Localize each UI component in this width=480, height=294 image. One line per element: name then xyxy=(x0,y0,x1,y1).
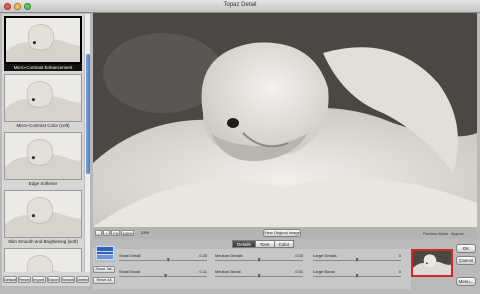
preview-mode-select[interactable]: Approx. xyxy=(451,231,465,236)
reset-tab-button[interactable]: Reset Tab xyxy=(93,266,115,273)
preset-preview-image xyxy=(4,74,82,122)
zoom-in-button[interactable]: + xyxy=(103,230,110,236)
preset-sidebar: Micro-Contrast Enhancement Micro-Contrast… xyxy=(2,14,90,286)
image-preview[interactable] xyxy=(93,13,477,227)
navigator-thumbnail[interactable] xyxy=(411,249,453,277)
slider-small-boost[interactable]: Small Boost 0.11 xyxy=(119,269,207,279)
preset-action-button[interactable]: Export xyxy=(46,276,60,283)
slider-track[interactable] xyxy=(119,276,207,277)
preset-thumbnail[interactable]: Edge Softener xyxy=(4,132,82,187)
slider-label: Medium Boost xyxy=(215,269,241,274)
slider-medium-details[interactable]: Medium Details 0.00 xyxy=(215,253,303,263)
preset-label: Skin Smooth and Brightening (soft) xyxy=(8,239,78,244)
slider-value: 0.00 xyxy=(295,253,303,258)
preset-action-button[interactable]: Default xyxy=(3,276,17,283)
zoom-toolbar: - + Fit 100% 33% View Original Image Pre… xyxy=(93,227,477,239)
preset-action-button[interactable]: Import xyxy=(32,276,46,283)
slider-small-detail[interactable]: Small Detail 0.25 xyxy=(119,253,207,263)
slider-label: Small Boost xyxy=(119,269,141,274)
slider-value: 0.01 xyxy=(295,269,303,274)
reset-all-button[interactable]: Reset All xyxy=(93,277,115,284)
preview-mode-label: Preview Mode xyxy=(423,231,449,236)
slider-label: Medium Details xyxy=(215,253,243,258)
view-original-button[interactable]: View Original Image xyxy=(263,229,301,237)
tab-details[interactable]: Details xyxy=(232,240,256,248)
navigator-photo xyxy=(413,251,451,275)
preset-label: Edge Softener xyxy=(28,181,58,186)
slider-label: Large Boost xyxy=(313,269,335,274)
swan-photo xyxy=(93,13,477,227)
preset-scrollbar[interactable] xyxy=(84,14,90,272)
tab-tone[interactable]: Tone xyxy=(254,240,275,248)
slider-label: Small Detail xyxy=(119,253,141,258)
zoom-out-button[interactable]: - xyxy=(95,230,102,236)
preset-preview-image xyxy=(4,132,82,180)
preset-thumbnail[interactable]: Skin Smooth and Brightening (soft) xyxy=(4,190,82,245)
preset-action-button[interactable]: Search xyxy=(61,276,75,283)
preset-action-button[interactable]: Presets xyxy=(17,276,31,283)
slider-value: 0.25 xyxy=(199,253,207,258)
slider-track[interactable] xyxy=(119,260,207,261)
topaz-logo xyxy=(95,245,115,262)
preset-preview-image xyxy=(4,190,82,238)
slider-label: Large Details xyxy=(313,253,337,258)
cancel-button[interactable]: Cancel xyxy=(456,256,476,265)
preset-preview-image xyxy=(4,248,82,272)
preset-thumbnail[interactable]: Micro-Contrast Enhancement xyxy=(4,16,82,71)
fit-button[interactable]: Fit xyxy=(111,230,120,236)
preset-label: Micro-Contrast Color (soft) xyxy=(16,123,70,128)
adjustment-tabs: Details Tone Color xyxy=(232,240,295,249)
preset-label: Micro-Contrast Enhancement xyxy=(4,64,82,71)
preset-thumbnail[interactable]: Micro-Contrast Color (soft) xyxy=(4,74,82,129)
zoom-level: 33% xyxy=(141,230,150,235)
preset-thumbnail[interactable] xyxy=(4,248,82,272)
slider-value: 0.11 xyxy=(199,269,208,274)
zoom-100-button[interactable]: 100% xyxy=(121,230,134,236)
menu-button[interactable]: Menu... xyxy=(456,277,476,286)
title-bar: Topaz Detail xyxy=(0,0,480,13)
adjustment-panel: Reset Tab Reset All Small Detail 0.25 Medi… xyxy=(93,245,411,289)
preset-preview-image xyxy=(4,16,82,64)
preset-scrollbar-knob[interactable] xyxy=(86,54,90,174)
preset-buttons: Default Presets Import Export Search Delete xyxy=(2,274,90,286)
slider-large-details[interactable]: Large Details 0 xyxy=(313,253,401,263)
ok-button[interactable]: OK xyxy=(456,244,476,253)
slider-value: 0 xyxy=(398,253,401,258)
preset-action-button[interactable]: Delete xyxy=(75,276,89,283)
slider-medium-boost[interactable]: Medium Boost 0.01 xyxy=(215,269,303,279)
preset-list: Micro-Contrast Enhancement Micro-Contrast… xyxy=(2,14,82,272)
slider-value: 0 xyxy=(398,269,401,274)
window-title: Topaz Detail xyxy=(223,2,257,8)
tab-color[interactable]: Color xyxy=(273,240,295,248)
slider-large-boost[interactable]: Large Boost 0 xyxy=(313,269,401,279)
